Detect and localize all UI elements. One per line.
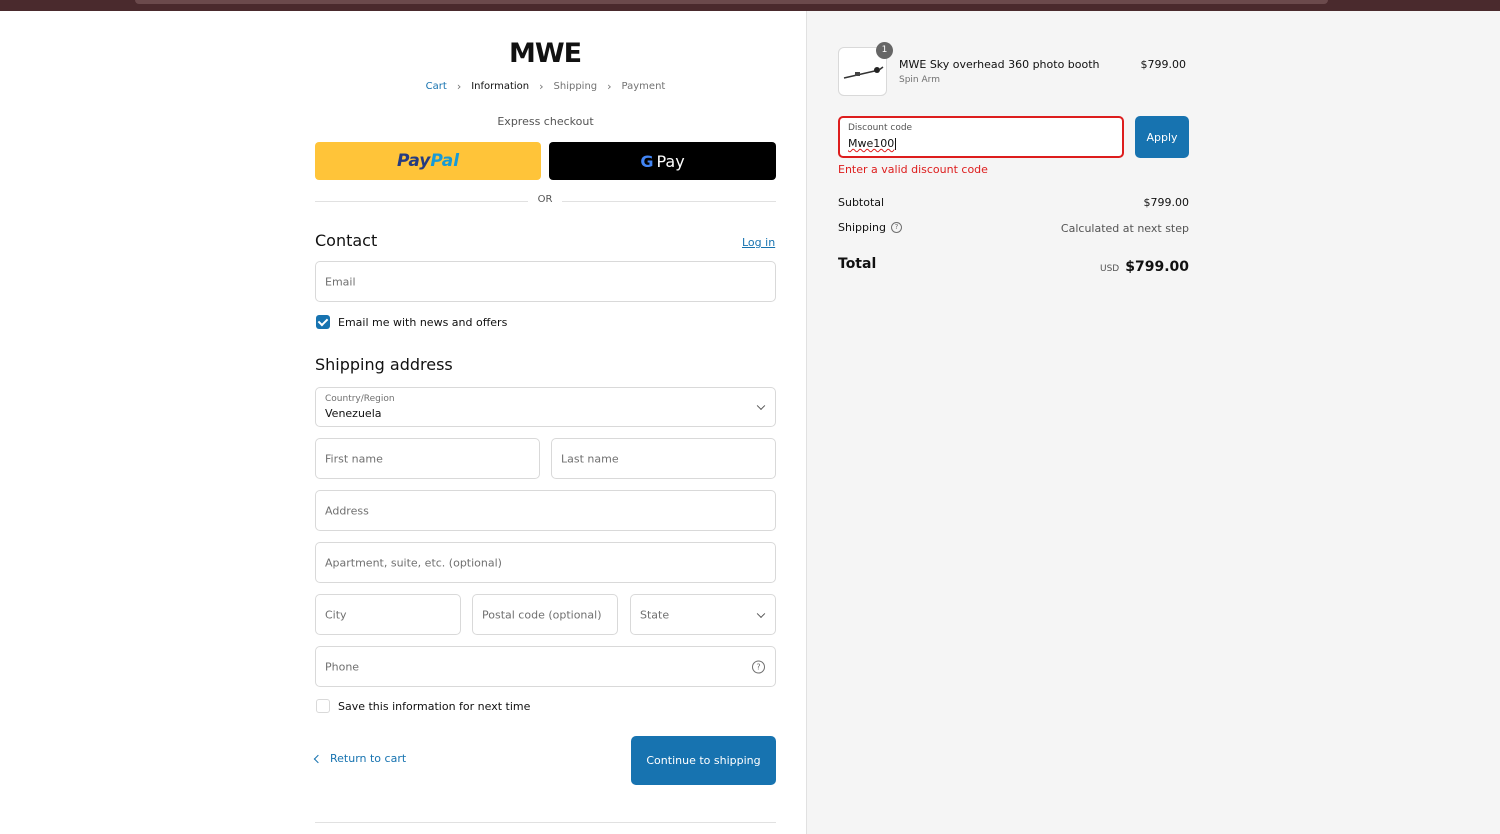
- last-name-placeholder: Last name: [561, 452, 619, 465]
- discount-code-label: Discount code: [848, 123, 913, 133]
- breadcrumb: Cart › Information › Shipping › Payment: [315, 80, 776, 93]
- quantity-badge: 1: [876, 42, 893, 59]
- google-pay-label: Pay: [656, 151, 685, 171]
- save-info-option[interactable]: Save this information for next time: [316, 699, 530, 713]
- help-circle-icon[interactable]: ?: [891, 222, 902, 233]
- brand-logo[interactable]: MWE: [505, 38, 585, 69]
- newsletter-checkbox[interactable]: [316, 315, 330, 329]
- text-caret: [895, 138, 897, 150]
- phone-placeholder: Phone: [325, 660, 360, 673]
- state-select[interactable]: State: [630, 594, 776, 635]
- save-info-label: Save this information for next time: [338, 699, 531, 713]
- browser-tab-strip: [135, 0, 1328, 4]
- discount-code-value: Mwe100: [848, 137, 895, 150]
- google-g-icon: G: [640, 151, 654, 171]
- country-label: Country/Region: [325, 394, 395, 404]
- discount-code-value-wrap: Mwe100: [848, 137, 897, 150]
- paypal-button[interactable]: PayPal: [315, 142, 541, 180]
- discount-error-message: Enter a valid discount code: [838, 163, 988, 176]
- newsletter-label: Email me with news and offers: [338, 315, 508, 329]
- address-field[interactable]: Address: [315, 490, 776, 531]
- postal-code-field[interactable]: Postal code (optional): [472, 594, 618, 635]
- first-name-field[interactable]: First name: [315, 438, 540, 479]
- subtotal-value: $799.00: [1143, 196, 1190, 209]
- breadcrumb-information: Information: [471, 81, 530, 92]
- browser-top-bar: [0, 0, 1500, 11]
- chevron-left-icon: [313, 754, 323, 763]
- product-variant: Spin Arm: [899, 75, 940, 85]
- breadcrumb-payment: Payment: [621, 81, 666, 92]
- product-price: $799.00: [1140, 58, 1187, 71]
- paypal-logo-icon: PayPal: [397, 151, 459, 171]
- shipping-row-label: Shipping ?: [838, 221, 902, 234]
- google-pay-button[interactable]: G Pay: [549, 142, 776, 180]
- chevron-right-icon: ›: [607, 80, 612, 93]
- newsletter-option[interactable]: Email me with news and offers: [316, 315, 507, 329]
- contact-heading: Contact: [315, 231, 378, 250]
- return-to-cart-label: Return to cart: [330, 752, 407, 765]
- continue-to-shipping-button[interactable]: Continue to shipping: [631, 736, 776, 785]
- address-placeholder: Address: [325, 504, 369, 517]
- city-placeholder: City: [325, 608, 347, 621]
- total-label: Total: [838, 256, 877, 272]
- state-placeholder: State: [640, 608, 670, 621]
- help-circle-icon[interactable]: ?: [752, 660, 765, 673]
- discount-code-field[interactable]: Discount code Mwe100: [838, 116, 1124, 158]
- apartment-field[interactable]: Apartment, suite, etc. (optional): [315, 542, 776, 583]
- apartment-placeholder: Apartment, suite, etc. (optional): [325, 556, 502, 569]
- paypal-pal-text: Pal: [430, 151, 460, 171]
- shipping-label: Shipping: [838, 221, 886, 234]
- chevron-down-icon: [756, 401, 766, 411]
- country-select[interactable]: Country/Region Venezuela: [315, 387, 776, 427]
- first-name-placeholder: First name: [325, 452, 383, 465]
- city-field[interactable]: City: [315, 594, 461, 635]
- phone-field[interactable]: Phone ?: [315, 646, 776, 687]
- return-to-cart-link[interactable]: Return to cart: [313, 752, 407, 765]
- footer-divider: [315, 822, 776, 823]
- express-checkout-title: Express checkout: [497, 115, 594, 128]
- breadcrumb-cart[interactable]: Cart: [426, 81, 447, 92]
- shipping-value: Calculated at next step: [1060, 222, 1189, 235]
- country-value: Venezuela: [325, 407, 382, 420]
- email-placeholder: Email: [325, 275, 356, 288]
- postal-code-placeholder: Postal code (optional): [482, 608, 602, 621]
- total-value-group: USD $799.00: [1060, 256, 1189, 275]
- chevron-right-icon: ›: [539, 80, 544, 93]
- apply-discount-button[interactable]: Apply: [1135, 116, 1189, 158]
- or-separator: OR: [528, 194, 562, 205]
- email-field[interactable]: Email: [315, 261, 776, 302]
- last-name-field[interactable]: Last name: [551, 438, 776, 479]
- product-name: MWE Sky overhead 360 photo booth: [899, 58, 1100, 71]
- chevron-right-icon: ›: [456, 80, 462, 93]
- breadcrumb-shipping: Shipping: [553, 81, 598, 92]
- total-currency: USD: [1100, 264, 1120, 274]
- login-link[interactable]: Log in: [742, 236, 775, 249]
- total-amount: $799.00: [1125, 259, 1189, 275]
- save-info-checkbox[interactable]: [316, 699, 330, 713]
- chevron-down-icon: [756, 609, 766, 618]
- shipping-address-heading: Shipping address: [315, 355, 453, 374]
- subtotal-label: Subtotal: [838, 196, 885, 209]
- paypal-pay-text: Pay: [396, 151, 431, 171]
